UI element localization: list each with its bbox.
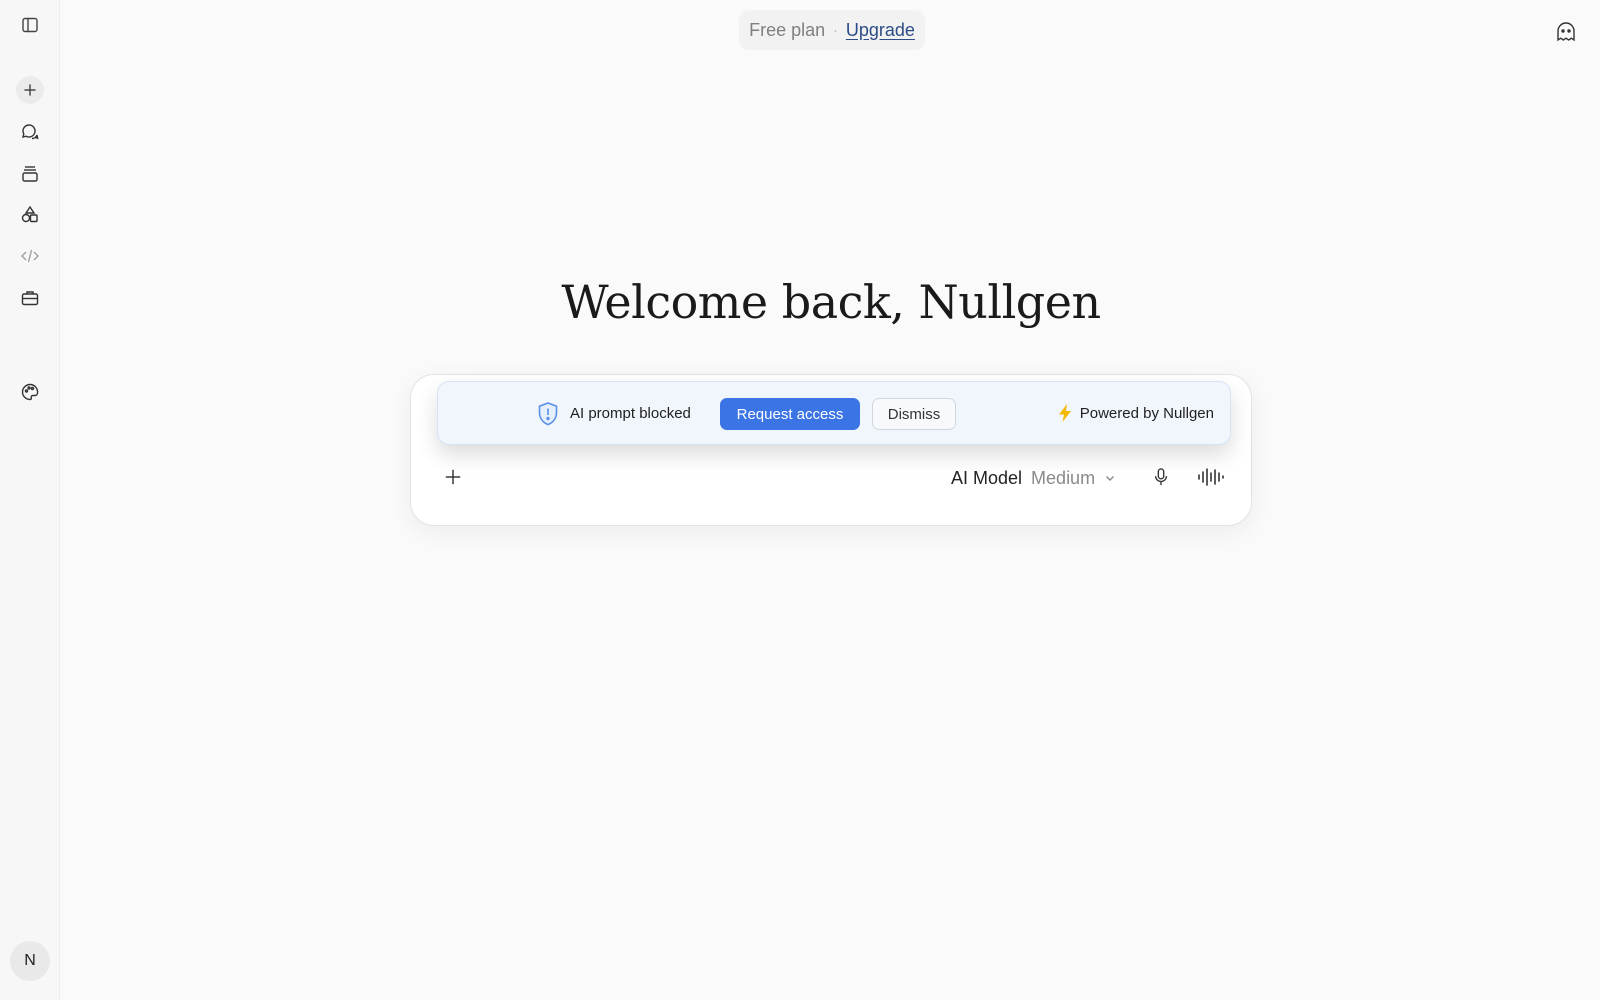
incognito-button[interactable] [1552, 18, 1580, 46]
stack-icon [22, 166, 38, 182]
palette-icon [21, 383, 39, 401]
chats-button[interactable] [14, 116, 46, 148]
attach-button[interactable] [439, 463, 467, 491]
appearance-button[interactable] [14, 376, 46, 408]
powered-by-text: Powered by Nullgen [1079, 404, 1214, 422]
blocked-message: AI prompt blocked [570, 405, 691, 422]
welcome-heading: Welcome back, Nullgen [561, 275, 1101, 329]
user-avatar[interactable]: N [10, 941, 50, 981]
plan-label: Free plan [749, 19, 826, 40]
dismiss-button[interactable]: Dismiss [872, 398, 956, 430]
model-value: Medium [1031, 467, 1096, 488]
microphone-button[interactable] [1147, 463, 1175, 491]
prompt-blocked-banner: AI prompt blocked Request access Dismiss… [437, 381, 1231, 445]
lightning-bolt-icon [1058, 404, 1071, 422]
request-access-button[interactable]: Request access [720, 398, 860, 430]
voice-mode-button[interactable] [1195, 463, 1227, 491]
code-button[interactable] [14, 240, 46, 272]
new-chat-button[interactable] [16, 76, 44, 104]
plus-icon [24, 84, 36, 96]
microphone-icon [1154, 468, 1168, 486]
shapes-icon [21, 205, 38, 223]
prompt-composer: AI prompt blocked Request access Dismiss… [410, 374, 1252, 526]
model-label: AI Model [951, 467, 1023, 488]
chat-bubbles-icon [22, 124, 39, 140]
plan-pill: Free plan · Upgrade [739, 10, 925, 50]
ghost-icon [1557, 22, 1575, 42]
plus-icon [445, 469, 461, 485]
toggle-sidebar-button[interactable] [14, 9, 46, 41]
shield-icon [538, 402, 558, 426]
model-selector[interactable]: AI Model Medium [951, 465, 1116, 491]
sidebar-icon [22, 17, 38, 33]
artifacts-button[interactable] [14, 199, 46, 231]
sidebar: N [0, 0, 60, 1000]
plan-separator: · [833, 22, 838, 38]
powered-by: Powered by Nullgen [1058, 404, 1214, 422]
chevron-down-icon [1106, 476, 1115, 481]
avatar-initial: N [24, 952, 36, 969]
upgrade-link[interactable]: Upgrade [846, 20, 915, 41]
code-icon [21, 249, 39, 263]
projects-button[interactable] [14, 158, 46, 190]
sound-wave-icon [1198, 468, 1224, 486]
